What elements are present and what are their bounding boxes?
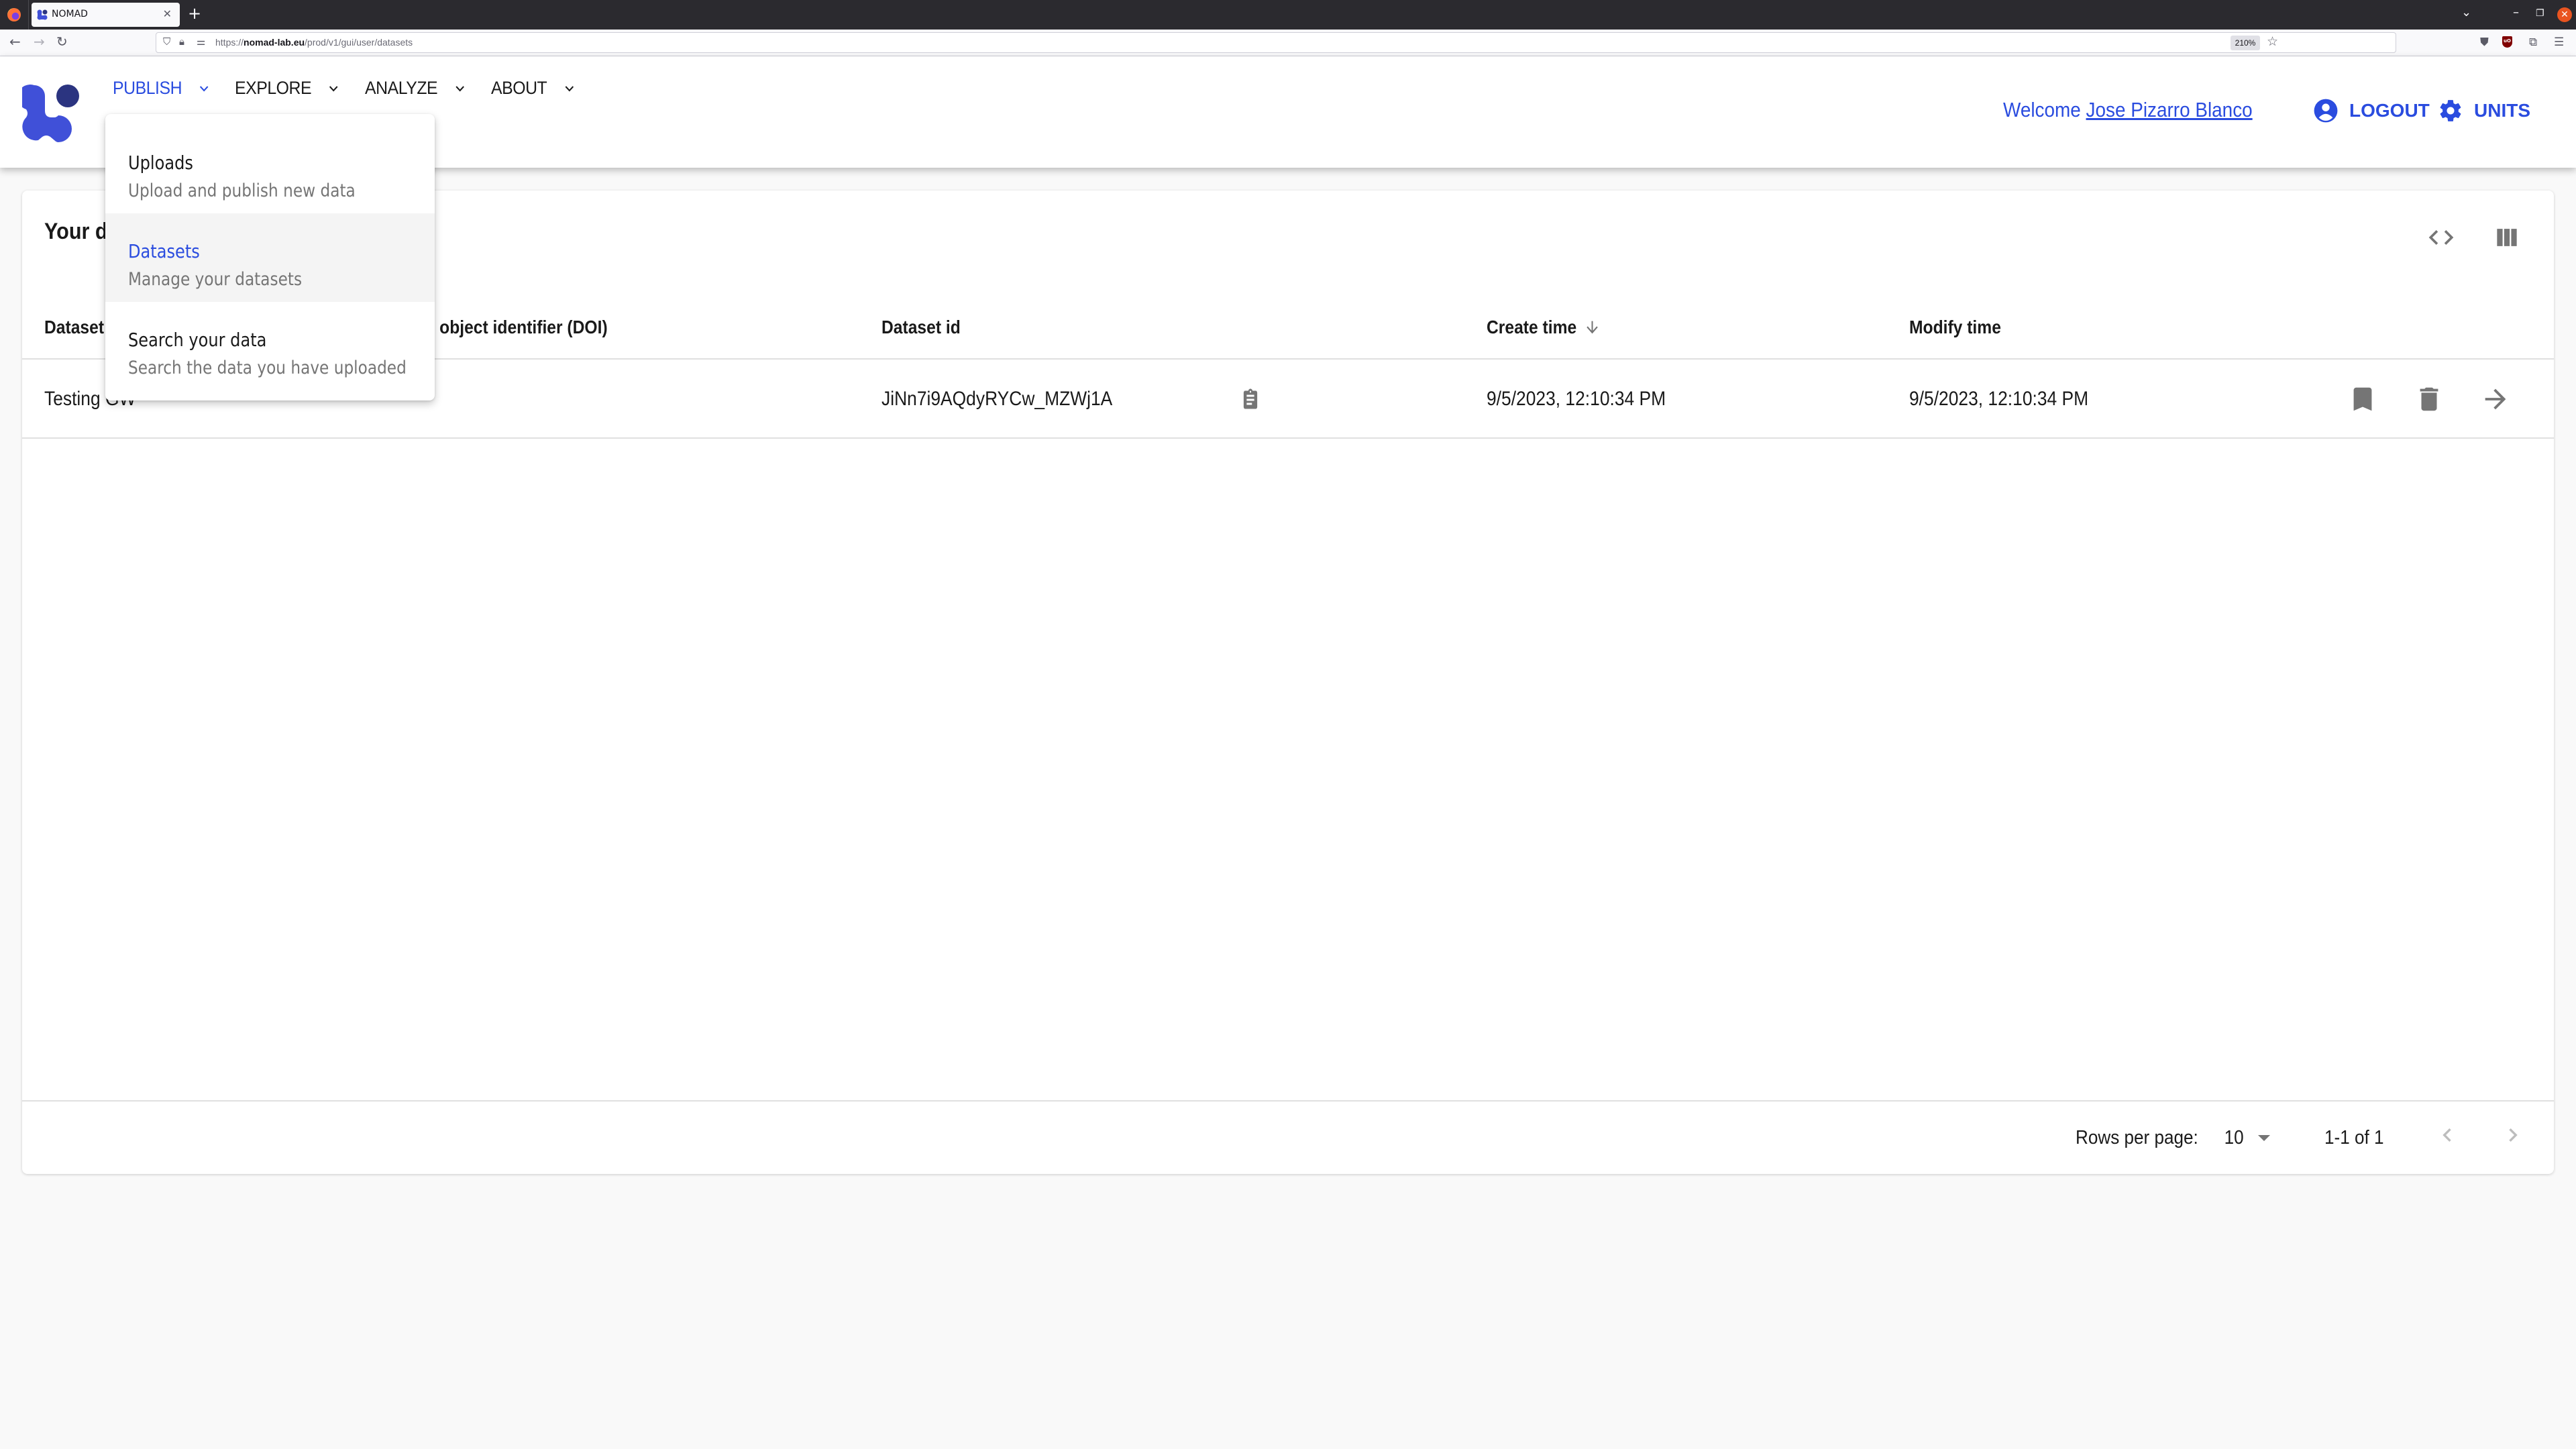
pocket-icon[interactable]: ⛊ bbox=[2480, 36, 2489, 49]
ublock-icon[interactable]: uO bbox=[2502, 36, 2512, 48]
reload-icon[interactable]: ↻ bbox=[56, 34, 68, 50]
menu-item-search-your-data[interactable]: Search your data Search the data you hav… bbox=[105, 302, 435, 390]
dataset-id-cell: JiNn7i9AQdyRYCw_MZWj1A bbox=[881, 388, 1113, 410]
tab-title: NOMAD bbox=[52, 9, 88, 19]
menu-item-label: Datasets bbox=[128, 240, 200, 262]
back-icon[interactable]: ← bbox=[9, 34, 21, 50]
lock-icon[interactable]: 🔒︎ bbox=[179, 36, 184, 48]
publish-dropdown-menu: Uploads Upload and publish new data Data… bbox=[105, 114, 435, 400]
menu-item-label: Uploads bbox=[128, 152, 193, 174]
code-icon[interactable] bbox=[2426, 223, 2456, 252]
arrow-down-icon[interactable] bbox=[1584, 318, 1601, 337]
nomad-favicon-icon bbox=[37, 9, 48, 20]
caret-down-icon bbox=[2258, 1135, 2271, 1141]
nomad-logo[interactable] bbox=[22, 84, 83, 144]
divider bbox=[28, 0, 29, 30]
nav-about[interactable]: ABOUT bbox=[491, 78, 574, 99]
nav-label: ABOUT bbox=[490, 78, 547, 98]
nav-label: PUBLISH bbox=[113, 78, 182, 98]
column-label: Modify time bbox=[1909, 317, 2001, 337]
units-label: UNITS bbox=[2474, 100, 2530, 121]
previous-page-icon[interactable] bbox=[2434, 1122, 2461, 1148]
welcome-prefix: Welcome bbox=[2003, 98, 2081, 121]
rows-per-page-value: 10 bbox=[2224, 1127, 2244, 1148]
bookmark-star-icon[interactable]: ☆ bbox=[2267, 34, 2278, 49]
arrow-forward-icon[interactable] bbox=[2480, 384, 2511, 415]
nav-label: EXPLORE bbox=[235, 78, 312, 98]
nav-label: ANALYZE bbox=[365, 78, 438, 98]
column-header-id[interactable]: Dataset id bbox=[881, 317, 961, 338]
clipboard-icon[interactable] bbox=[1238, 388, 1263, 412]
restore-icon[interactable]: ❐ bbox=[2536, 8, 2544, 19]
new-tab-icon[interactable]: + bbox=[188, 4, 201, 23]
browser-tab-bar: NOMAD ✕ + ⌄ – ❐ ✕ bbox=[0, 0, 2576, 30]
nav-explore[interactable]: EXPLORE bbox=[235, 78, 339, 99]
pagination-footer: Rows per page: 10 1-1 of 1 bbox=[22, 1100, 2554, 1174]
nav-analyze[interactable]: ANALYZE bbox=[365, 78, 465, 99]
chevron-down-icon bbox=[455, 85, 464, 92]
window-close-icon[interactable]: ✕ bbox=[2557, 7, 2572, 22]
bookmark-icon[interactable] bbox=[2347, 384, 2378, 415]
url-text[interactable]: https://nomad-lab.eu/prod/v1/gui/user/da… bbox=[215, 37, 413, 48]
browser-tab[interactable]: NOMAD ✕ bbox=[32, 3, 180, 27]
forward-icon[interactable]: → bbox=[34, 34, 45, 50]
welcome-message: Welcome Jose Pizarro Blanco bbox=[2003, 98, 2253, 122]
modify-time-cell: 9/5/2023, 12:10:34 PM bbox=[1909, 388, 2089, 410]
menu-item-description: Upload and publish new data bbox=[128, 180, 356, 201]
next-page-icon[interactable] bbox=[2500, 1122, 2526, 1148]
zoom-level-badge[interactable]: 210% bbox=[2231, 36, 2260, 50]
menu-item-uploads[interactable]: Uploads Upload and publish new data bbox=[105, 125, 435, 213]
minimize-icon[interactable]: – bbox=[2513, 5, 2519, 19]
view-columns-icon[interactable] bbox=[2492, 223, 2522, 252]
menu-item-label: Search your data bbox=[128, 329, 267, 351]
logout-label: LOGOUT bbox=[2349, 100, 2430, 121]
column-label: Dataset id bbox=[881, 317, 961, 337]
column-label: Create time bbox=[1487, 317, 1577, 337]
column-header-modify-time[interactable]: Modify time bbox=[1909, 317, 2001, 338]
units-button[interactable]: UNITS bbox=[2438, 98, 2530, 123]
shield-icon[interactable]: ⛉ bbox=[163, 36, 170, 48]
url-bar[interactable]: ⛉ 🔒︎ ⚌ https://nomad-lab.eu/prod/v1/gui/… bbox=[156, 32, 2396, 53]
rows-per-page-select[interactable]: 10 bbox=[2223, 1127, 2271, 1149]
main-nav: PUBLISH EXPLORE ANALYZE ABOUT bbox=[113, 78, 598, 99]
firefox-icon[interactable] bbox=[7, 8, 21, 21]
page-range: 1-1 of 1 bbox=[2324, 1127, 2384, 1148]
column-header-create-time[interactable]: Create time bbox=[1487, 317, 1600, 338]
permissions-icon[interactable]: ⚌ bbox=[197, 36, 205, 48]
close-tab-icon[interactable]: ✕ bbox=[163, 7, 172, 20]
menu-icon[interactable]: ☰ bbox=[2554, 36, 2564, 49]
extensions-icon[interactable]: ⧉ bbox=[2529, 36, 2537, 49]
logout-button[interactable]: LOGOUT bbox=[2313, 98, 2430, 123]
chevron-down-icon bbox=[329, 85, 338, 92]
delete-icon[interactable] bbox=[2414, 384, 2445, 415]
account-circle-icon bbox=[2314, 99, 2338, 123]
chevron-down-icon bbox=[564, 85, 574, 92]
chevron-down-icon bbox=[199, 85, 209, 92]
user-name-link[interactable]: Jose Pizarro Blanco bbox=[2086, 98, 2253, 121]
gear-icon bbox=[2440, 100, 2461, 121]
menu-item-description: Search the data you have uploaded bbox=[128, 358, 407, 378]
menu-item-datasets[interactable]: Datasets Manage your datasets bbox=[105, 213, 435, 302]
rows-per-page-label: Rows per page: bbox=[2076, 1127, 2198, 1148]
menu-item-description: Manage your datasets bbox=[128, 269, 303, 290]
nav-publish[interactable]: PUBLISH bbox=[113, 78, 209, 99]
browser-nav-bar: ← → ↻ ⛉ 🔒︎ ⚌ https://nomad-lab.eu/prod/v… bbox=[0, 30, 2576, 56]
tab-list-icon[interactable]: ⌄ bbox=[2461, 5, 2471, 19]
create-time-cell: 9/5/2023, 12:10:34 PM bbox=[1487, 388, 1666, 410]
